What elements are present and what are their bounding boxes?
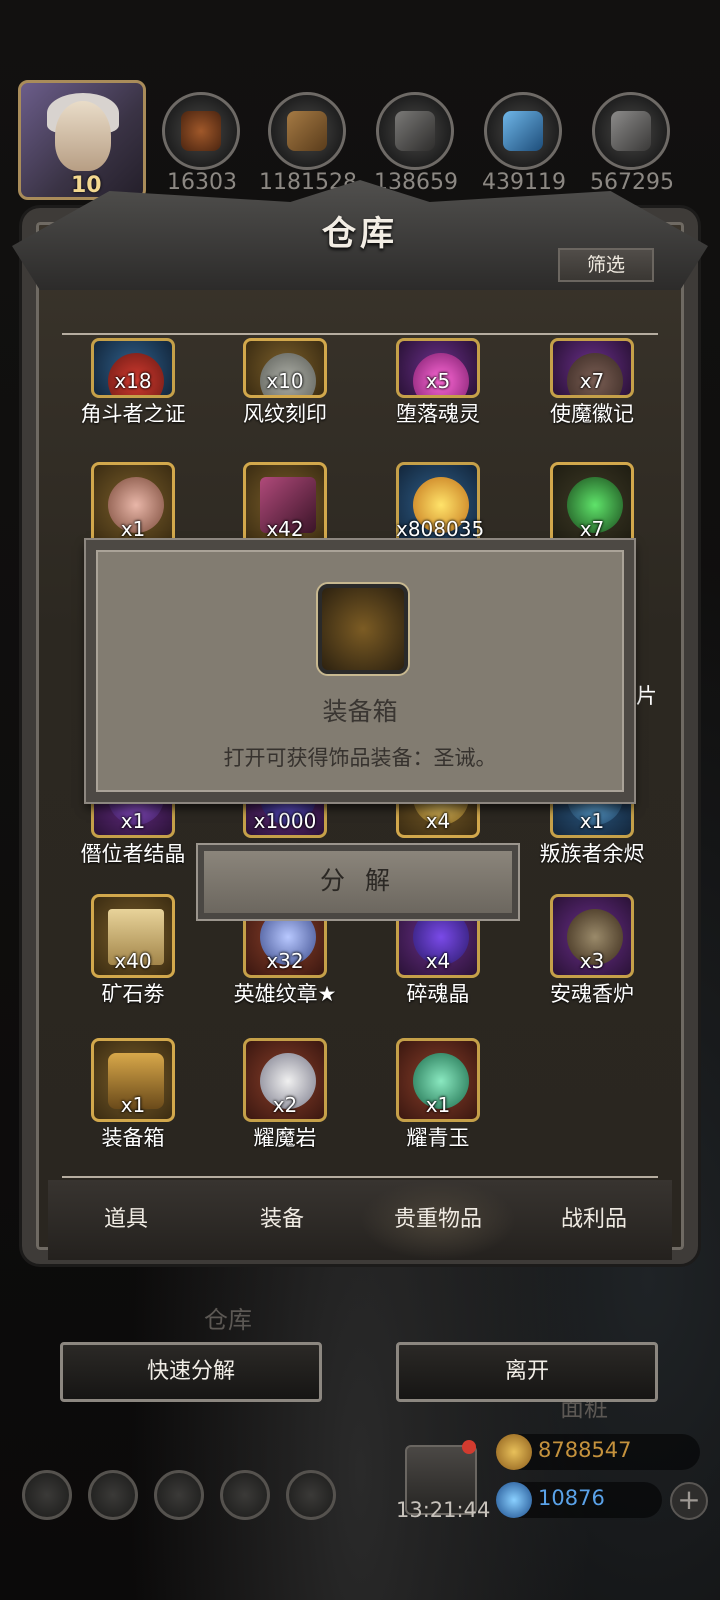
decompose-button[interactable]: 分 解 [198,845,518,919]
blue-gem-icon [496,1482,532,1518]
settings-icon[interactable] [22,1470,72,1520]
steel-ingot-icon[interactable] [592,92,670,170]
item-name: 耀青玉 [406,1126,470,1150]
brown-ore-icon[interactable] [162,92,240,170]
item-name: 僭位者结晶 [80,842,186,866]
gem-value: 10876 [538,1486,605,1510]
item-detail-popup: 装备箱 打开可获得饰品装备：圣诫。 [86,540,634,802]
divider [62,1176,658,1178]
filter-button[interactable]: 筛选 [558,248,654,282]
item-name: 耀魔岩 [253,1126,317,1150]
item-name: 风纹刻印 [243,402,327,426]
clock: 13:21:44 [396,1498,491,1522]
mail-icon[interactable] [220,1470,270,1520]
tab-items[interactable]: 道具 [48,1180,204,1260]
gem-counter: 10876 [496,1482,662,1518]
popup-item-name: 装备箱 [322,697,398,726]
tab-equipment[interactable]: 装备 [204,1180,360,1260]
iron-bars-icon[interactable] [376,92,454,170]
add-currency-button[interactable]: + [670,1482,708,1520]
category-tabs: 道具 装备 贵重物品 战利品 [48,1180,672,1260]
helmet-icon[interactable] [286,1470,336,1520]
emblem-icon[interactable] [88,1470,138,1520]
castle-icon[interactable] [154,1470,204,1520]
item-name: 英雄纹章★ [233,982,337,1006]
item-name: 安魂香炉 [550,982,634,1006]
resource-value: 567295 [590,170,674,195]
item-name: 使魔徽记 [550,402,634,426]
treasure-chest-icon [318,584,408,674]
item-name: 角斗者之证 [80,402,186,426]
avatar-face [55,101,111,171]
quick-decompose-button[interactable]: 快速分解 [60,1342,322,1402]
gold-counter: 8788547 [496,1434,700,1470]
tab-valuables[interactable]: 贵重物品 [360,1180,516,1260]
item-name: 装备箱 [101,1126,165,1150]
popup-item-description: 打开可获得饰品装备：圣诫。 [223,746,497,770]
resource-value: 16303 [167,170,237,195]
partial-item-name: 片 [636,684,657,708]
background-label: 仓库 [204,1306,252,1334]
player-level: 10 [71,173,102,198]
divider [62,333,658,335]
notification-dot [462,1440,476,1454]
blue-crystal-icon[interactable] [484,92,562,170]
player-avatar[interactable]: 10 [18,80,146,200]
item-name: 矿石劵 [101,982,165,1006]
item-name: 叛族者余烬 [539,842,645,866]
wood-plank-icon[interactable] [268,92,346,170]
gold-coin-icon [496,1434,532,1470]
resource-value: 439119 [482,170,566,195]
gold-value: 8788547 [538,1438,632,1462]
leave-button[interactable]: 离开 [396,1342,658,1402]
item-name: 碎魂晶 [406,982,470,1006]
item-name: 堕落魂灵 [396,402,480,426]
tab-loot[interactable]: 战利品 [516,1180,672,1260]
